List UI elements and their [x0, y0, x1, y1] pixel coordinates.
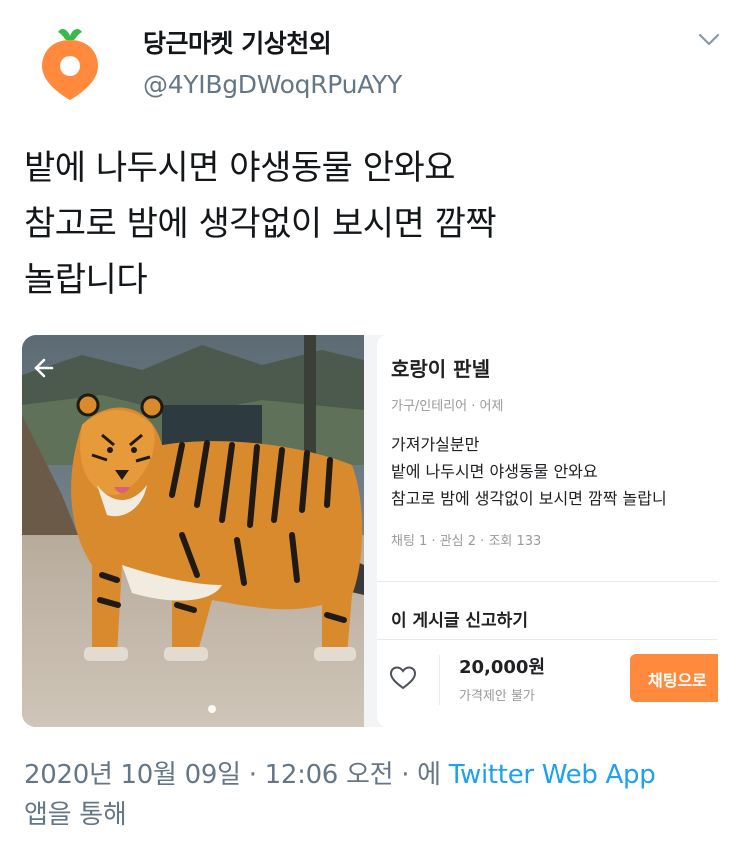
timestamp-text[interactable]: 2020년 10월 09일 · 12:06 오전 · 에 [24, 760, 441, 790]
tweet-text: 밭에 나두시면 야생동물 안와요 참고로 밤에 생각없이 보시면 깜짝 놀랍니다 [24, 140, 724, 308]
listing-title: 호랑이 판넬 [391, 357, 490, 381]
tweet-header: 당근마켓 기상천외 @4YIBgDWoqRPuAYY [0, 0, 740, 110]
listing-description: 가져가실분만 밭에 나두시면 야생동물 안와요 참고로 밤에 생각없이 보시면 … [391, 431, 718, 512]
avatar[interactable] [28, 22, 112, 106]
arrow-left-icon[interactable] [28, 353, 58, 383]
tiger-panel-photo[interactable] [22, 335, 364, 727]
source-app-link[interactable]: Twitter Web App [449, 760, 656, 790]
divider [377, 639, 718, 640]
listing-description-line: 밭에 나두시면 야생동물 안와요 [391, 462, 598, 481]
carousel-dot [208, 705, 216, 713]
divider [377, 581, 718, 582]
tiger-photo-image [22, 335, 364, 727]
price-negotiation-note: 가격제안 불가 [459, 689, 535, 704]
listing-description-line: 가져가실분만 [391, 435, 480, 454]
listing-description-line: 참고로 밤에 생각없이 보시면 깜짝 놀랍니 [391, 489, 667, 508]
tweet-text-line: 밭에 나두시면 야생동물 안와요 [24, 148, 456, 188]
report-post-link[interactable]: 이 게시글 신고하기 [391, 606, 528, 631]
via-suffix: 앱을 통해 [24, 800, 127, 830]
listing-price: 20,000원 [459, 657, 546, 678]
listing-stats: 채팅 1 · 관심 2 · 조회 133 [391, 534, 542, 549]
tweet-text-line: 놀랍니다 [24, 260, 148, 300]
tweet-timestamp: 2020년 10월 09일 · 12:06 오전 · 에 Twitter Web… [24, 755, 724, 835]
tweet-media[interactable]: 호랑이 판넬 가구/인테리어 · 어제 가져가실분만 밭에 나두시면 야생동물 … [22, 335, 718, 727]
carrot-logo-icon [42, 29, 98, 100]
tweet-text-line: 참고로 밤에 생각없이 보시면 깜짝 [24, 204, 497, 244]
chat-button[interactable]: 채팅으로 [630, 654, 718, 702]
user-handle[interactable]: @4YIBgDWoqRPuAYY [143, 70, 402, 99]
listing-meta: 가구/인테리어 · 어제 [391, 399, 504, 414]
display-name[interactable]: 당근마켓 기상천외 [143, 24, 332, 60]
chevron-down-icon[interactable] [696, 28, 722, 50]
heart-icon[interactable] [389, 665, 417, 691]
listing-panel: 호랑이 판넬 가구/인테리어 · 어제 가져가실분만 밭에 나두시면 야생동물 … [377, 335, 718, 727]
vertical-divider [439, 655, 440, 705]
